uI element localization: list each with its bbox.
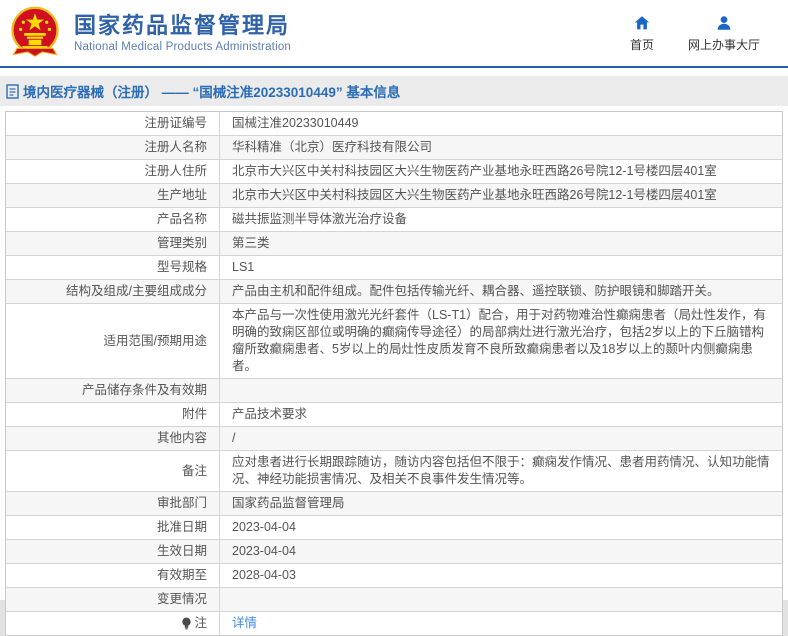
row-value: 磁共振监测半导体激光治疗设备 — [232, 212, 408, 226]
row-label: 注册人住所 — [6, 160, 220, 183]
table-row-product-name: 产品名称 磁共振监测半导体激光治疗设备 — [6, 208, 782, 232]
page: 国家药品监督管理局 National Medical Products Admi… — [0, 0, 788, 636]
table-row-storage-conditions: 产品储存条件及有效期 — [6, 379, 782, 403]
table-row-reg-number: 注册证编号 国械注准20233010449 — [6, 112, 782, 136]
row-value: 2023-04-04 — [232, 520, 296, 534]
row-label: 批准日期 — [6, 516, 220, 539]
row-value: 本产品与一次性使用激光光纤套件（LS-T1）配合，用于对药物难治性癫痫患者（局灶… — [232, 308, 767, 373]
site-subtitle: National Medical Products Administration — [74, 41, 292, 53]
row-label: 生产地址 — [6, 184, 220, 207]
bulb-icon — [182, 617, 192, 630]
row-value: LS1 — [232, 260, 255, 274]
row-label: 管理类别 — [6, 232, 220, 255]
table-row-management-class: 管理类别 第三类 — [6, 232, 782, 256]
nav-service-hall[interactable]: 网上办事大厅 — [688, 14, 760, 53]
row-label: 审批部门 — [6, 492, 220, 515]
table-row-change-status: 变更情况 — [6, 588, 782, 612]
row-label: 产品名称 — [6, 208, 220, 231]
table-row-registrant-name: 注册人名称 华科精准（北京）医疗科技有限公司 — [6, 136, 782, 160]
table-row-model-spec: 型号规格 LS1 — [6, 256, 782, 280]
site-titles: 国家药品监督管理局 National Medical Products Admi… — [74, 13, 291, 53]
row-label: 注 — [6, 612, 220, 635]
row-value: 2028-04-03 — [232, 568, 296, 582]
row-value — [220, 379, 782, 402]
row-label: 其他内容 — [6, 427, 220, 450]
row-label: 型号规格 — [6, 256, 220, 279]
table-row-effective-date: 生效日期 2023-04-04 — [6, 540, 782, 564]
table-row-note: 注 详情 — [6, 612, 782, 635]
nav-home[interactable]: 首页 — [630, 14, 654, 53]
row-value: 产品由主机和配件组成。配件包括传输光纤、耦合器、遥控联锁、防护眼镜和脚踏开关。 — [232, 284, 720, 298]
table-row-other-content: 其他内容 / — [6, 427, 782, 451]
details-link[interactable]: 详情 — [232, 615, 257, 632]
table-row-production-address: 生产地址 北京市大兴区中关村科技园区大兴生物医药产业基地永旺西路26号院12-1… — [6, 184, 782, 208]
row-label: 结构及组成/主要组成成分 — [6, 280, 220, 303]
note-label: 注 — [194, 616, 207, 630]
table-row-structure-composition: 结构及组成/主要组成成分 产品由主机和配件组成。配件包括传输光纤、耦合器、遥控联… — [6, 280, 782, 304]
row-value: 北京市大兴区中关村科技园区大兴生物医药产业基地永旺西路26号院12-1号楼四层4… — [232, 164, 717, 178]
page-title: 境内医疗器械（注册） —— “国械注准20233010449” 基本信息 — [23, 85, 401, 100]
logo-area: 国家药品监督管理局 National Medical Products Admi… — [8, 6, 291, 60]
row-value: 北京市大兴区中关村科技园区大兴生物医药产业基地永旺西路26号院12-1号楼四层4… — [232, 188, 717, 202]
user-icon — [717, 15, 731, 30]
document-icon — [6, 83, 19, 99]
table-row-attachment: 附件 产品技术要求 — [6, 403, 782, 427]
row-label: 有效期至 — [6, 564, 220, 587]
table-row-approval-department: 审批部门 国家药品监督管理局 — [6, 492, 782, 516]
row-label: 注册证编号 — [6, 112, 220, 135]
row-label: 备注 — [6, 451, 220, 491]
table-row-intended-use: 适用范围/预期用途 本产品与一次性使用激光光纤套件（LS-T1）配合，用于对药物… — [6, 304, 782, 379]
site-title: 国家药品监督管理局 — [74, 13, 291, 38]
registration-info-table: 注册证编号 国械注准20233010449 注册人名称 华科精准（北京）医疗科技… — [5, 111, 783, 636]
nav-home-label: 首页 — [629, 37, 654, 52]
row-label: 适用范围/预期用途 — [6, 304, 220, 378]
header-nav: 首页 网上办事大厅 — [630, 14, 760, 53]
table-row-registrant-address: 注册人住所 北京市大兴区中关村科技园区大兴生物医药产业基地永旺西路26号院12-… — [6, 160, 782, 184]
home-icon — [634, 15, 650, 29]
row-value: 产品技术要求 — [232, 407, 308, 421]
breadcrumb-bar: 境内医疗器械（注册） —— “国械注准20233010449” 基本信息 — [0, 76, 788, 106]
table-row-remarks: 备注 应对患者进行长期跟踪随访，随访内容包括但不限于：癫痫发作情况、患者用药情况… — [6, 451, 782, 492]
row-label: 附件 — [6, 403, 220, 426]
site-header: 国家药品监督管理局 National Medical Products Admi… — [0, 0, 788, 68]
row-label: 产品储存条件及有效期 — [6, 379, 220, 402]
row-value: 国械注准20233010449 — [232, 116, 359, 130]
row-value: 第三类 — [232, 236, 270, 250]
table-row-expiry-date: 有效期至 2028-04-03 — [6, 564, 782, 588]
row-label: 生效日期 — [6, 540, 220, 563]
row-value: 华科精准（北京）医疗科技有限公司 — [232, 140, 433, 154]
table-row-approval-date: 批准日期 2023-04-04 — [6, 516, 782, 540]
nav-service-hall-label: 网上办事大厅 — [687, 37, 760, 52]
row-value: 2023-04-04 — [232, 544, 296, 558]
row-value: / — [232, 431, 236, 445]
row-label: 注册人名称 — [6, 136, 220, 159]
row-value: 应对患者进行长期跟踪随访，随访内容包括但不限于：癫痫发作情况、患者用药情况、认知… — [232, 455, 770, 486]
row-value: 国家药品监督管理局 — [232, 496, 345, 510]
national-emblem-logo — [11, 6, 59, 58]
